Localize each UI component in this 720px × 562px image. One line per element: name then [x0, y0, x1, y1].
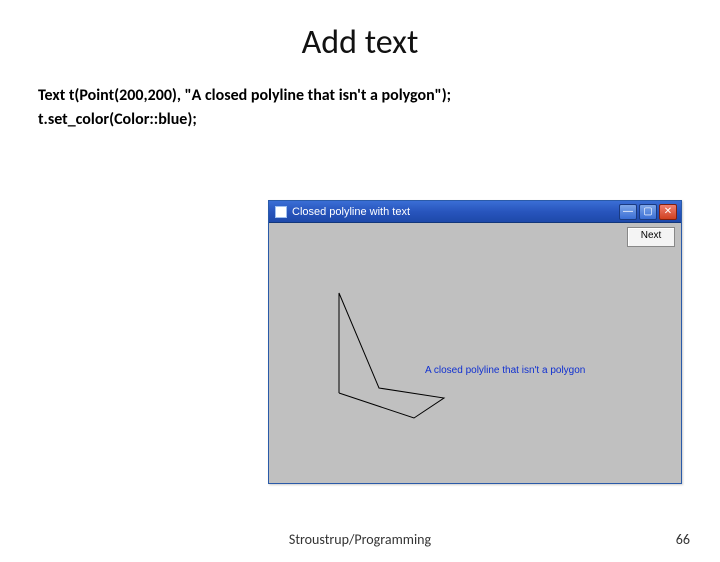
slide-title: Add text — [0, 22, 720, 63]
app-window: Closed polyline with text — ▢ ✕ Next A c… — [268, 200, 682, 484]
window-title: Closed polyline with text — [292, 206, 619, 218]
app-icon — [275, 206, 287, 218]
drawing-canvas: A closed polyline that isn't a polygon — [269, 223, 681, 483]
code-line-2: t.set_color(Color::blue); — [38, 109, 682, 131]
close-button[interactable]: ✕ — [659, 204, 677, 220]
polyline-shape — [269, 223, 681, 483]
window-titlebar: Closed polyline with text — ▢ ✕ — [269, 201, 681, 223]
minimize-button[interactable]: — — [619, 204, 637, 220]
maximize-button[interactable]: ▢ — [639, 204, 657, 220]
canvas-label: A closed polyline that isn't a polygon — [425, 365, 585, 376]
window-content: Next A closed polyline that isn't a poly… — [269, 223, 681, 483]
window-buttons: — ▢ ✕ — [619, 204, 677, 220]
code-sample: Text t(Point(200,200), "A closed polylin… — [38, 85, 682, 130]
code-line-1: Text t(Point(200,200), "A closed polylin… — [38, 85, 682, 107]
